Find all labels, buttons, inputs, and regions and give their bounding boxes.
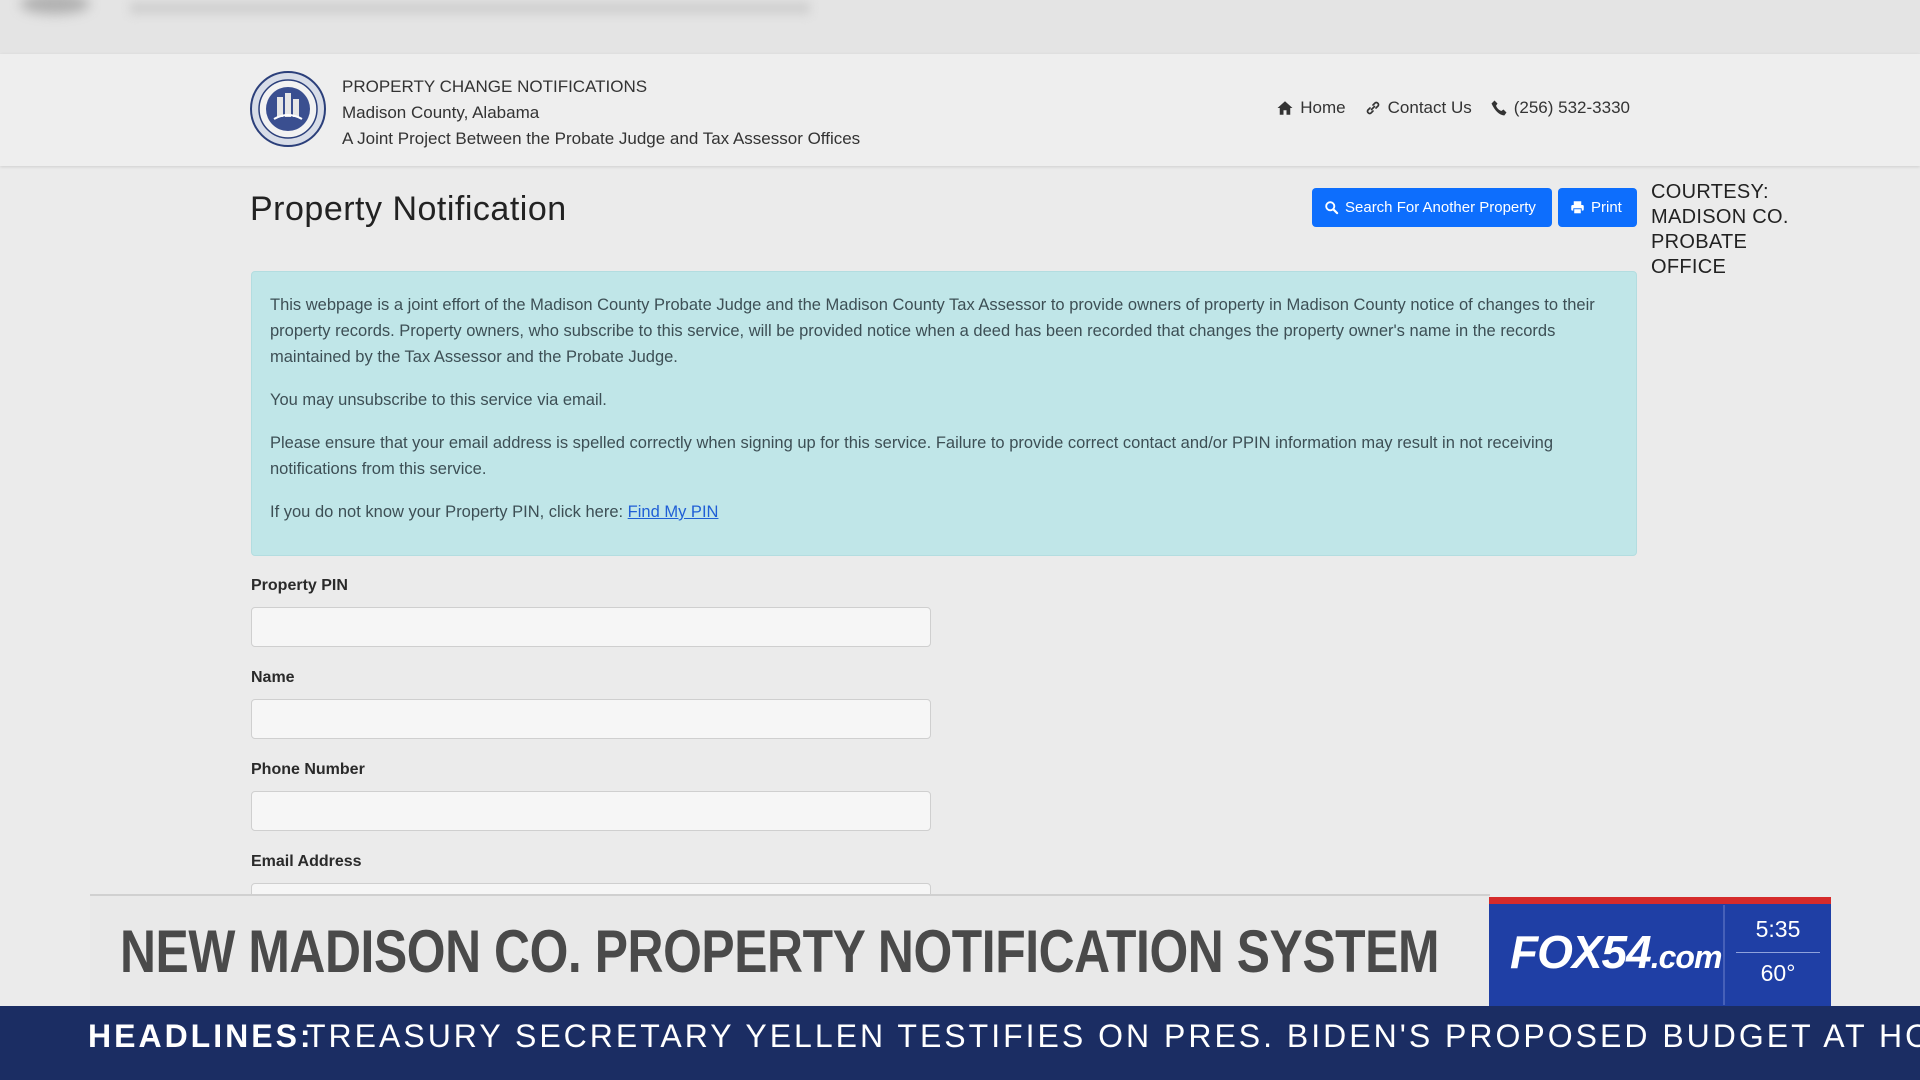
county-seal: [250, 71, 326, 147]
blurred-shape: [20, 0, 90, 14]
station-logo-suffix: .com: [1650, 939, 1723, 975]
property-pin-label: Property PIN: [251, 577, 348, 594]
station-logo: FOX54.com: [1510, 925, 1723, 979]
info-alert: This webpage is a joint effort of the Ma…: [251, 271, 1637, 556]
info-paragraph-2: You may unsubscribe to this service via …: [270, 391, 607, 409]
property-pin-input[interactable]: [251, 607, 931, 647]
nav-contact-label: Contact Us: [1387, 98, 1472, 117]
top-nav: Home Contact Us (256) 532-3330: [1276, 98, 1630, 118]
courtesy-caption: COURTESY: MADISON CO. PROBATE OFFICE: [1651, 181, 1789, 278]
nav-phone[interactable]: (256) 532-3330: [1490, 98, 1630, 118]
ticker-text: TREASURY SECRETARY YELLEN TESTIFIES ON P…: [306, 1018, 1920, 1054]
nav-contact[interactable]: Contact Us: [1364, 98, 1472, 118]
brand-divider: [1723, 905, 1725, 1005]
phone-number-label: Phone Number: [251, 761, 365, 778]
email-address-label: Email Address: [251, 853, 362, 870]
lower-third-headline: NEW MADISON CO. PROPERTY NOTIFICATION SY…: [120, 918, 1440, 985]
print-label: Print: [1591, 199, 1622, 216]
info-paragraph-1: This webpage is a joint effort of the Ma…: [270, 296, 1595, 366]
station-logo-name: FOX54: [1510, 926, 1652, 978]
site-subtitle: A Joint Project Between the Probate Judg…: [342, 129, 861, 148]
info-pin-prompt: If you do not know your Property PIN, cl…: [270, 503, 628, 521]
info-paragraph-3: Please ensure that your email address is…: [270, 434, 1554, 478]
blurred-text: [130, 2, 810, 14]
print-icon: [1571, 201, 1584, 215]
broadcast-time: 5:35: [1755, 916, 1801, 942]
ticker-label: HEADLINES:: [88, 1018, 314, 1054]
broadcast-temperature: 60°: [1760, 960, 1796, 986]
home-icon: [1277, 101, 1293, 115]
info-paragraph-4: If you do not know your Property PIN, cl…: [270, 499, 1618, 525]
phone-icon: [1491, 100, 1507, 116]
blurred-browser-strip: [0, 0, 1920, 54]
search-icon: [1325, 201, 1339, 215]
time-temp-divider: [1736, 952, 1820, 953]
site-title: PROPERTY CHANGE NOTIFICATIONS: [342, 77, 648, 96]
nav-home-label: Home: [1300, 98, 1346, 117]
page-title: Property Notification: [250, 190, 567, 228]
find-my-pin-link[interactable]: Find My PIN: [628, 503, 719, 521]
site-county: Madison County, Alabama: [342, 103, 540, 122]
name-input[interactable]: [251, 699, 931, 739]
search-another-property-label: Search For Another Property: [1345, 199, 1536, 216]
nav-home[interactable]: Home: [1276, 98, 1346, 118]
nav-phone-label: (256) 532-3330: [1513, 98, 1630, 117]
name-label: Name: [251, 669, 295, 686]
print-button[interactable]: Print: [1558, 188, 1637, 227]
link-icon: [1366, 101, 1379, 115]
phone-number-input[interactable]: [251, 791, 931, 831]
site-title-block: PROPERTY CHANGE NOTIFICATIONS Madison Co…: [342, 74, 860, 152]
search-another-property-button[interactable]: Search For Another Property: [1312, 188, 1552, 227]
